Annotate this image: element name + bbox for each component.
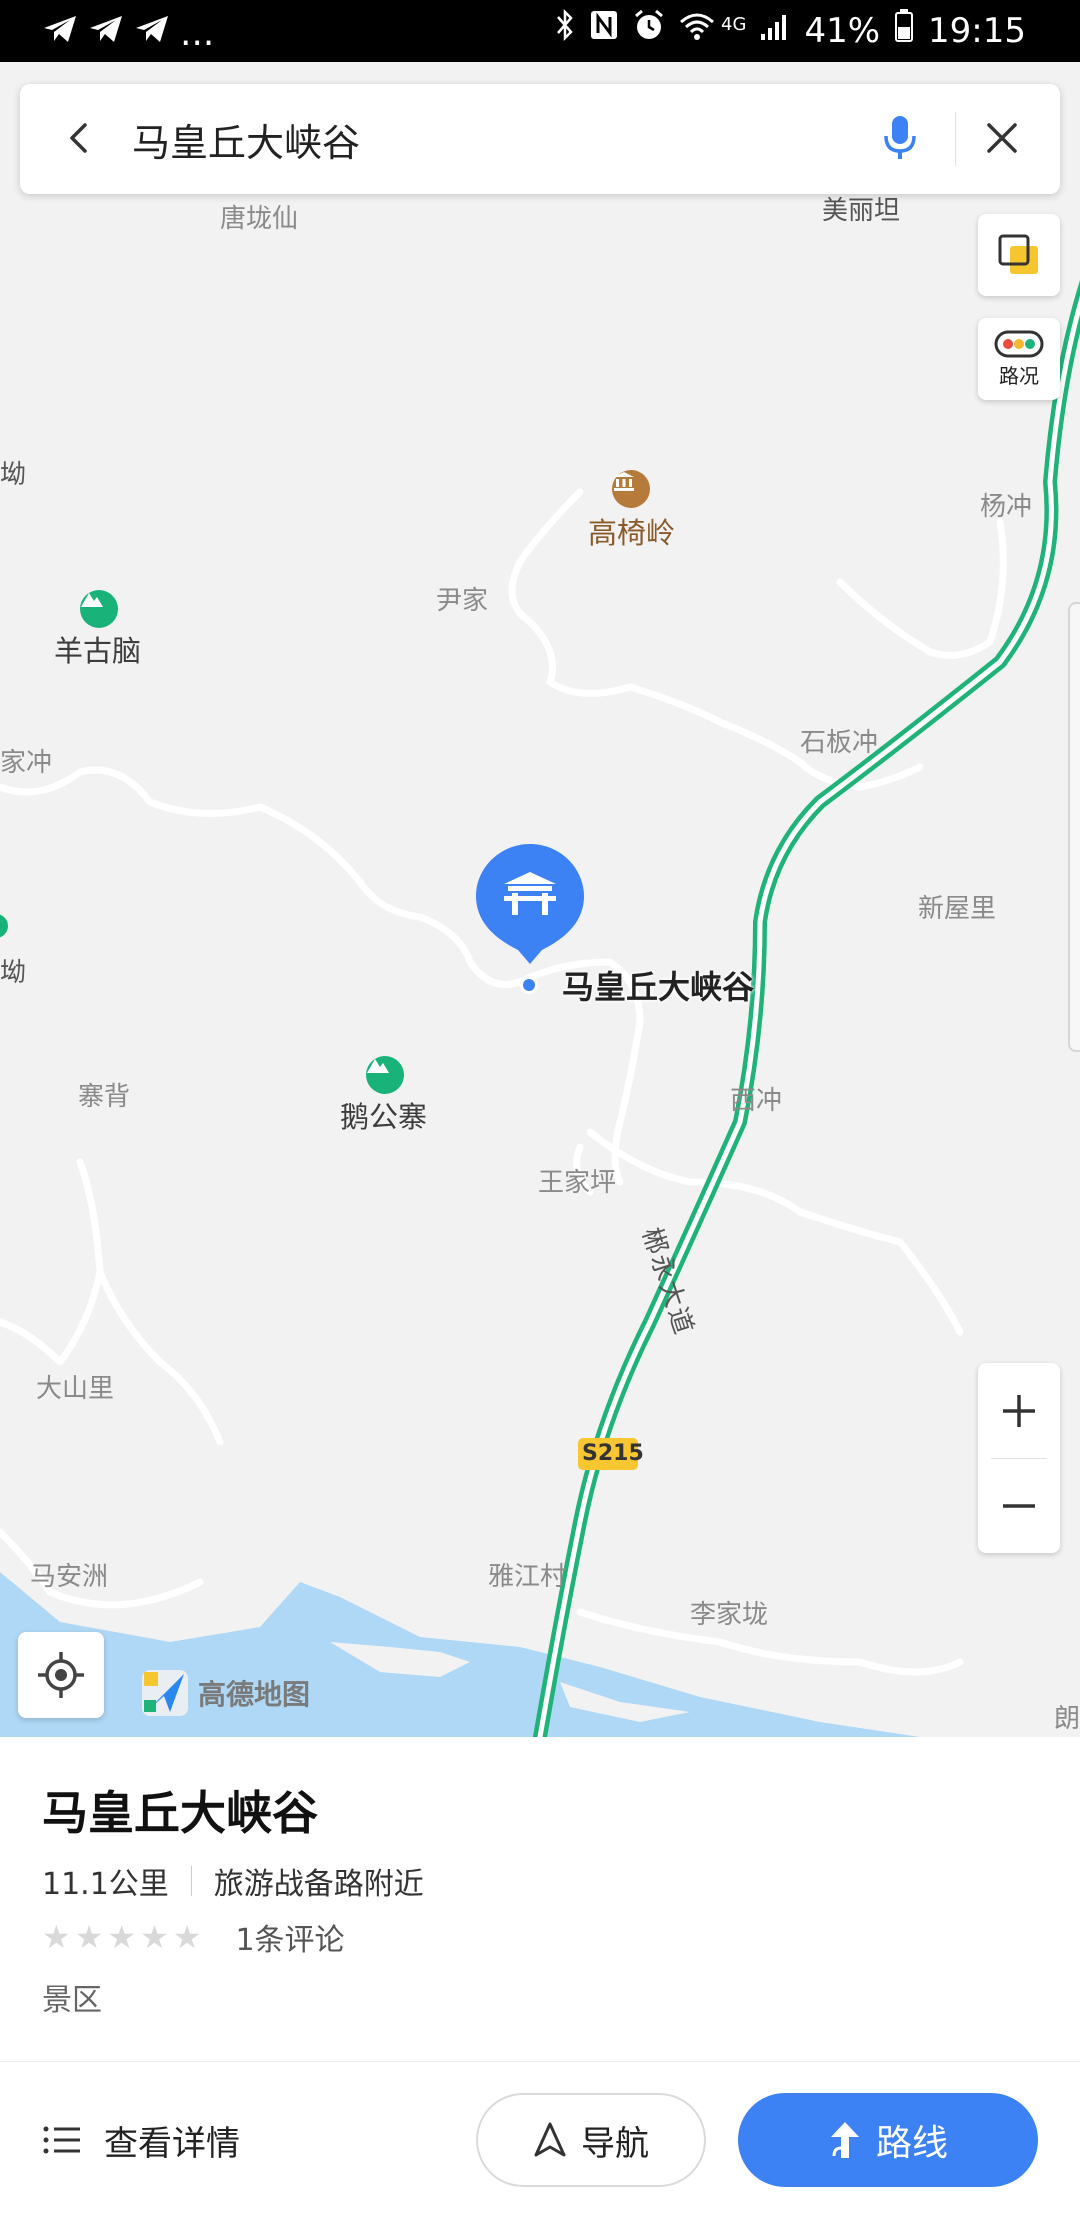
plus-icon <box>1003 1394 1035 1427</box>
status-left: ... <box>42 8 214 58</box>
place-label[interactable]: 坳 <box>0 952 26 989</box>
traffic-button[interactable]: 路况 <box>978 318 1060 400</box>
landmark-icon[interactable] <box>612 470 650 508</box>
navigate-button[interactable]: 导航 <box>476 2093 706 2187</box>
place-label[interactable]: 寨背 <box>78 1076 130 1113</box>
clock: 19:15 <box>928 11 1026 51</box>
place-label[interactable]: 朗 <box>1054 1698 1080 1735</box>
poi-address: 旅游战备路附近 <box>213 1867 424 1902</box>
place-label[interactable]: 马安洲 <box>30 1556 108 1593</box>
scenic-icon[interactable] <box>366 1056 404 1094</box>
divider <box>955 112 956 166</box>
battery-icon <box>894 6 914 56</box>
map-view[interactable]: S215 唐垅仙 美丽坦 坳 高椅岭 杨冲 尹家 羊古脑 家冲 石板冲 新屋里 … <box>0 62 1080 1737</box>
star-icon: ★ <box>107 1918 137 1956</box>
view-details-button[interactable]: 查看详情 <box>42 2095 240 2185</box>
route-label: 路线 <box>875 2123 948 2164</box>
poi-detail-sheet[interactable]: 马皇丘大峡谷 11.1公里 旅游战备路附近 ★ ★ ★ ★ ★ 1条评论 景区 … <box>0 1737 1080 2220</box>
amap-logo-icon <box>142 1670 188 1716</box>
place-label[interactable]: 坳 <box>0 454 26 491</box>
telegram-icon <box>88 8 124 58</box>
poi-category: 景区 <box>42 1983 102 2018</box>
status-bar: ... 4G 41% 19:15 <box>0 0 1080 62</box>
view-details-label: 查看详情 <box>104 2123 240 2164</box>
star-rating: ★ ★ ★ ★ ★ <box>42 1921 201 1953</box>
divider <box>0 2061 1080 2062</box>
place-label[interactable]: 西冲 <box>730 1080 782 1117</box>
star-icon: ★ <box>42 1918 71 1956</box>
divider <box>190 1866 192 1896</box>
road-code: S215 <box>582 1441 644 1466</box>
signal-icon <box>760 6 790 56</box>
list-icon <box>43 2126 80 2154</box>
back-arrow-icon <box>70 123 87 153</box>
place-label[interactable]: 家冲 <box>0 742 52 779</box>
alarm-icon <box>633 6 665 56</box>
more-notifications: ... <box>180 12 215 54</box>
zoom-in-button[interactable] <box>978 1364 1060 1458</box>
place-label[interactable]: 石板冲 <box>800 722 878 759</box>
traffic-label: 路况 <box>999 363 1039 388</box>
navigation-arrow-icon <box>534 2122 566 2157</box>
scenic-icon[interactable] <box>80 590 118 628</box>
poi-meta: 11.1公里 旅游战备路附近 <box>42 1859 424 1903</box>
minus-icon <box>1003 1503 1035 1508</box>
microphone-icon <box>884 116 916 159</box>
place-label[interactable]: 唐垅仙 <box>220 198 298 235</box>
route-arrow-icon <box>830 2122 859 2158</box>
back-button[interactable] <box>48 106 112 170</box>
status-right: 4G 41% 19:15 <box>555 6 1026 56</box>
search-input[interactable]: 马皇丘大峡谷 <box>132 112 360 167</box>
place-label[interactable]: 李家垅 <box>690 1594 768 1631</box>
place-label[interactable]: 美丽坦 <box>822 190 900 227</box>
telegram-icon <box>134 8 170 58</box>
place-label[interactable]: 鹅公寨 <box>340 1094 427 1136</box>
place-label[interactable]: 大山里 <box>36 1368 114 1405</box>
place-label[interactable]: 尹家 <box>436 580 488 617</box>
zoom-controls <box>978 1363 1060 1553</box>
poi-location-dot <box>520 976 538 994</box>
my-location-button[interactable] <box>18 1632 104 1718</box>
amap-logo: 高德地图 <box>140 1668 310 1718</box>
selected-poi-marker[interactable] <box>474 842 586 976</box>
amap-logo-text: 高德地图 <box>198 1678 311 1711</box>
battery-percent: 41% <box>804 11 881 51</box>
traffic-light-icon <box>994 330 1044 357</box>
zoom-out-button[interactable] <box>978 1459 1060 1553</box>
network-type: 4G <box>721 13 747 35</box>
star-icon: ★ <box>140 1918 169 1956</box>
navigate-label: 导航 <box>581 2123 649 2164</box>
bluetooth-icon <box>555 6 575 56</box>
voice-search-button[interactable] <box>870 106 930 170</box>
close-icon <box>987 123 1017 153</box>
side-panel-handle[interactable] <box>1068 602 1080 1052</box>
map-layers-button[interactable] <box>978 214 1060 296</box>
nfc-icon <box>589 6 619 56</box>
place-label[interactable]: 杨冲 <box>980 486 1032 523</box>
search-bar[interactable]: 马皇丘大峡谷 <box>20 84 1060 194</box>
place-label[interactable]: 雅江村 <box>488 1556 566 1593</box>
marker-label[interactable]: 马皇丘大峡谷 <box>562 962 754 1008</box>
place-label[interactable]: 高椅岭 <box>588 510 675 552</box>
place-label[interactable]: 新屋里 <box>918 888 996 925</box>
poi-title: 马皇丘大峡谷 <box>42 1786 318 1840</box>
telegram-icon <box>42 8 78 58</box>
wifi-icon <box>679 6 715 56</box>
place-label[interactable]: 王家坪 <box>538 1162 616 1199</box>
clear-search-button[interactable] <box>970 106 1034 170</box>
star-icon: ★ <box>74 1918 104 1956</box>
route-button[interactable]: 路线 <box>738 2093 1038 2187</box>
rating-row[interactable]: ★ ★ ★ ★ ★ 1条评论 <box>42 1915 345 1959</box>
place-label[interactable]: 羊古脑 <box>54 628 141 670</box>
layers-icon <box>998 234 1038 274</box>
poi-distance: 11.1公里 <box>42 1867 169 1902</box>
review-count[interactable]: 1条评论 <box>235 1915 344 1959</box>
star-icon: ★ <box>172 1918 202 1956</box>
locate-icon <box>38 1652 84 1698</box>
